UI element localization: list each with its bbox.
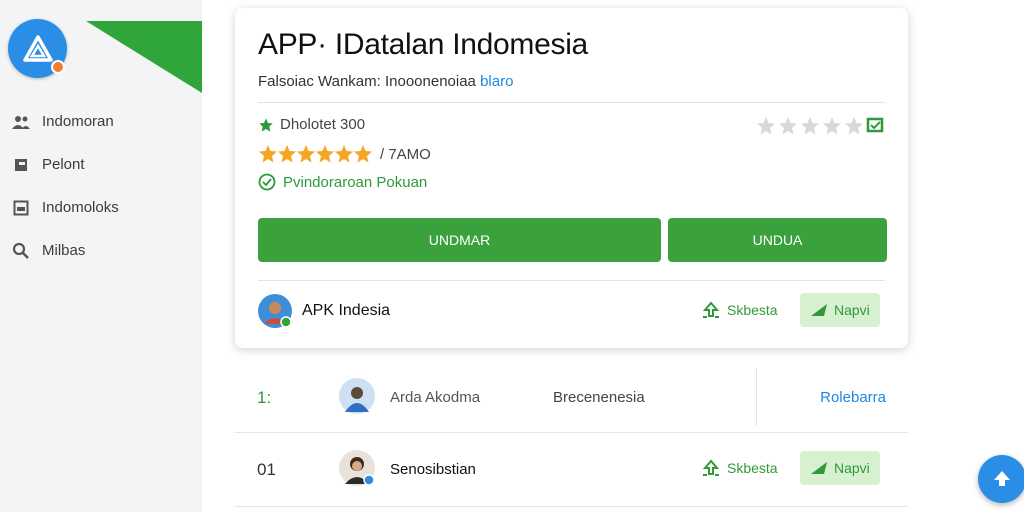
divider (756, 368, 757, 426)
list-rank: 01 (257, 460, 276, 479)
send-icon (811, 462, 827, 474)
developer-name: APK Indesia (302, 302, 391, 319)
avatar (339, 450, 375, 486)
rating-text: / 7AMO (380, 145, 431, 163)
filled-stars-icon (259, 145, 372, 163)
logo-badge (51, 60, 65, 74)
window-icon (10, 197, 32, 219)
divider (258, 280, 885, 281)
list-name: Arda Akodma (390, 389, 481, 406)
page-title: APP· IDatalan Indomesia (258, 28, 588, 61)
sidebar-item-label: Milbas (42, 242, 86, 259)
upload-arrow-icon (994, 471, 1010, 486)
share-label: Skbesta (727, 302, 778, 318)
triangle-logo-icon (22, 34, 53, 62)
sidebar-item-label: Pelont (42, 156, 85, 173)
divider (235, 506, 908, 507)
share-icon (702, 459, 720, 476)
napvi-button[interactable]: Napvi (800, 451, 880, 485)
share-icon (702, 301, 720, 318)
downloads-count: Dholotet 300 (280, 116, 366, 133)
napvi-label: Napvi (834, 302, 870, 318)
list-link[interactable]: Rolebarra (820, 389, 886, 406)
share-label: Skbesta (727, 460, 778, 476)
search-icon (10, 240, 32, 262)
flag-icon (10, 154, 32, 176)
scroll-top-button[interactable] (978, 455, 1024, 503)
subtitle-link[interactable]: blaro (480, 73, 513, 90)
sidebar-item-pelont[interactable]: Pelont (10, 143, 200, 186)
share-button[interactable]: Skbesta (691, 293, 788, 327)
app-card: APP· IDatalan Indomesia Falsoiac Wankam:… (235, 8, 908, 348)
rating-stars (258, 144, 374, 164)
rate-widget[interactable] (756, 116, 886, 136)
napvi-label: Napvi (834, 460, 870, 476)
star-icon (259, 117, 273, 132)
downloads-row: Dholotet 300 (258, 116, 365, 133)
list-item[interactable]: 1: Arda Akodma Brecenenesia Rolebarra (235, 366, 908, 428)
list-rank: 1: (257, 388, 272, 407)
subtitle-text: Falsoiac Wankam: Inooonenoiaa (258, 73, 476, 90)
sidebar-item-milbas[interactable]: Milbas (10, 229, 200, 272)
sidebar-nav: Indomoran Pelont Indomoloks Milbas (10, 100, 200, 272)
sidebar-item-indomoran[interactable]: Indomoran (10, 100, 200, 143)
divider (235, 432, 908, 433)
app-logo[interactable] (8, 19, 67, 78)
rating-row: / 7AMO (258, 144, 431, 164)
list-item[interactable]: 01 Senosibstian Skbesta Napvi (235, 438, 908, 500)
napvi-button[interactable]: Napvi (800, 293, 880, 327)
empty-stars-icon[interactable] (756, 116, 886, 136)
corner-decoration (86, 21, 202, 93)
sidebar-item-indomoloks[interactable]: Indomoloks (10, 186, 200, 229)
list-category: Brecenenesia (553, 389, 645, 406)
verified-text: Pvindoraroan Pokuan (283, 173, 428, 191)
sidebar-item-label: Indomoran (42, 113, 114, 130)
avatar (339, 378, 375, 414)
check-circle-icon (258, 173, 276, 191)
sidebar-item-label: Indomoloks (42, 199, 119, 216)
developer-info[interactable]: APK Indesia (258, 294, 390, 328)
download-primary-button[interactable]: UNDMAR (258, 218, 661, 262)
sidebar: Indomoran Pelont Indomoloks Milbas (0, 0, 202, 512)
verified-row: Pvindoraroan Pokuan (258, 173, 427, 191)
share-button[interactable]: Skbesta (691, 451, 788, 485)
people-icon (10, 111, 32, 133)
app-subtitle: Falsoiac Wankam: Inooonenoiaa blaro (258, 73, 513, 90)
list-name: Senosibstian (390, 461, 476, 478)
divider (258, 102, 885, 103)
send-icon (811, 304, 827, 316)
download-secondary-button[interactable]: UNDUA (668, 218, 887, 262)
avatar (258, 294, 292, 328)
